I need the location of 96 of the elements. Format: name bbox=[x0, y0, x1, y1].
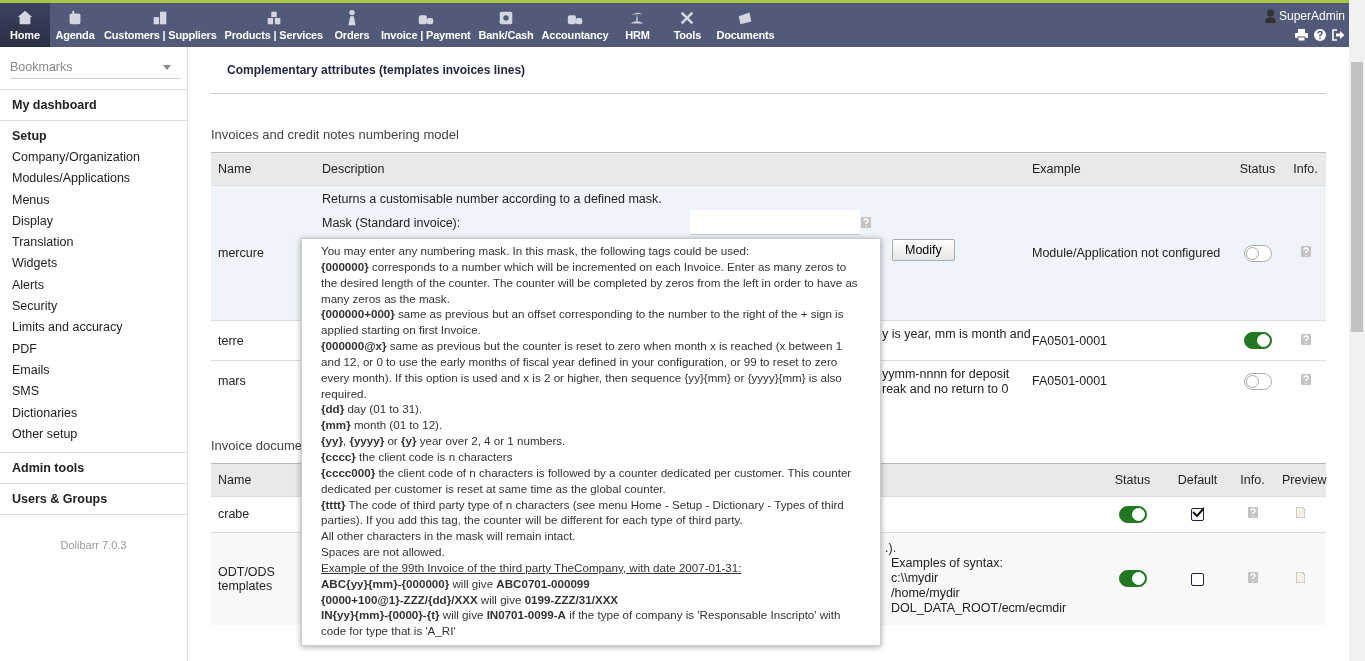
menu-item[interactable]: Modules/Applications bbox=[12, 168, 187, 190]
menu-item[interactable]: Security bbox=[12, 296, 187, 318]
help-icon[interactable] bbox=[1314, 29, 1326, 41]
tooltip-text: ABC{yy}{mm}-{000000} will give ABC0701-000099 bbox=[321, 575, 591, 592]
menu-item[interactable]: Limits and accuracy bbox=[12, 317, 187, 339]
description-text: Returns a customisable number according to a defined mask. bbox=[322, 192, 663, 206]
menu-heading[interactable]: My dashboard bbox=[12, 97, 187, 113]
help-icon bbox=[1300, 374, 1311, 386]
nav-tab[interactable]: Tools bbox=[662, 3, 713, 47]
nav-tab[interactable]: Accountancy bbox=[537, 3, 613, 47]
tooltip-text: IN{yy}{mm}-{0000}-{t} will give IN0701-0099-A if the type of company is 'Responsable Inscripto' with code for type that is 'A_RI' bbox=[321, 607, 842, 640]
menu-item[interactable]: Widgets bbox=[12, 253, 187, 275]
tooltip-text: You may enter any numbering mask. In this mask, the following tags could be used: bbox=[321, 243, 751, 259]
scrollbar[interactable] bbox=[1349, 0, 1365, 661]
help-icon bbox=[1247, 571, 1258, 583]
table-cell: FA0501-0001 bbox=[1025, 360, 1230, 402]
nav-tab[interactable]: Documents bbox=[712, 3, 779, 47]
checkbox[interactable] bbox=[1191, 572, 1204, 586]
logout-icon[interactable] bbox=[1332, 29, 1345, 41]
home-icon bbox=[16, 9, 34, 27]
description-text: c:\\mydir bbox=[891, 571, 939, 587]
help-icon bbox=[1300, 333, 1311, 345]
menu-item[interactable]: SMS bbox=[12, 381, 187, 403]
toggle-switch[interactable] bbox=[1118, 570, 1147, 588]
description-text: Examples of syntax: bbox=[891, 556, 1003, 572]
table-cell: mercure bbox=[211, 185, 315, 321]
toggle-switch[interactable] bbox=[1243, 244, 1272, 262]
tooltip-text: {0000+100@1}-ZZZ/{dd}/XXX will give 0199-ZZZ/31/XXX bbox=[321, 591, 620, 608]
menu-item[interactable]: Emails bbox=[12, 359, 187, 382]
bookmarks-select[interactable]: Bookmarks bbox=[10, 56, 181, 79]
caret-icon bbox=[163, 64, 171, 70]
table-cell: Module/Application not configured bbox=[1025, 185, 1230, 321]
menu-item[interactable]: Alerts bbox=[12, 274, 187, 297]
tooltip-text: {000000@x} same as previous but the counter is reset to zero when month x is reached (x between 1 and 12, or 0 to use the early months of fiscal year defined in your configuration, or 99 to reset to zero every month). If this option is used and x is 2 or higher, then sequence {yy}{mm} or {yyyy}{mm} is also required. bbox=[321, 338, 844, 402]
column-header: Default bbox=[1165, 463, 1230, 496]
column-header: Preview bbox=[1275, 463, 1326, 496]
menu-heading[interactable]: Setup bbox=[12, 128, 187, 144]
section-heading: Invoice docume bbox=[211, 437, 303, 453]
toggle-switch[interactable] bbox=[1243, 332, 1272, 349]
tooltip-text: {000000+000} same as previous but an offset corresponding to the number to the right of the + sign is applied starting on first Invoice. bbox=[321, 306, 845, 339]
nav-tab[interactable]: HRM bbox=[612, 3, 663, 47]
tooltip-text: {cccc000} the client code of n characters is followed by a counter dedicated per customer. This counter dedicated per customer is reset at same time as the global counter. bbox=[321, 464, 853, 497]
nav-tab[interactable]: Agenda bbox=[50, 3, 100, 47]
description-text: reak and no return to 0 bbox=[882, 382, 1009, 397]
nav-tab[interactable]: Products | Services bbox=[220, 3, 327, 47]
tooltip-text: {mm} month (01 to 12). bbox=[321, 417, 444, 434]
mask-field[interactable] bbox=[690, 210, 860, 235]
nav-tab[interactable]: Bank/Cash bbox=[474, 3, 538, 47]
nav-tab[interactable]: Orders bbox=[326, 3, 377, 47]
description-text: y is year, mm is month and bbox=[882, 327, 1031, 342]
column-header: Info. bbox=[1285, 152, 1326, 186]
user-icon bbox=[1264, 9, 1276, 23]
column-header: Description bbox=[315, 152, 1025, 186]
menu-item[interactable]: Company/Organization bbox=[12, 147, 187, 169]
column-header: Status bbox=[1230, 152, 1285, 186]
checkbox[interactable] bbox=[1191, 508, 1204, 522]
tooltip-text: {dd} day (01 to 31). bbox=[321, 401, 424, 418]
nav-tab[interactable]: Customers | Suppliers bbox=[100, 3, 221, 47]
section-heading: Invoices and credit notes numbering model bbox=[211, 127, 459, 142]
description-text: .). bbox=[885, 541, 897, 557]
menu-item[interactable]: Dictionaries bbox=[12, 402, 187, 424]
user-name[interactable]: SuperAdmin bbox=[1278, 9, 1345, 23]
description-text: DOL_DATA_ROOT/ecm/ecmdir bbox=[891, 601, 1067, 617]
menu-item[interactable]: PDF bbox=[12, 338, 187, 360]
menu-item[interactable]: Translation bbox=[12, 232, 187, 254]
tooltip-text: Example of the 99th Invoice of the third party TheCompany, with date 2007-01-31: bbox=[321, 559, 743, 576]
help-icon bbox=[861, 217, 871, 228]
tooltip-text: {tttt} The code of third party type of n characters (see menu Home - Setup - Dictionary - Types of third parties). If you add this tag, the counter will be different for each type of third party. bbox=[321, 496, 845, 529]
menu-item[interactable]: Menus bbox=[12, 189, 187, 211]
menu-heading[interactable]: Admin tools bbox=[12, 460, 187, 477]
toggle-switch[interactable] bbox=[1118, 505, 1147, 523]
help-icon bbox=[1300, 246, 1311, 257]
tooltip-text: Spaces are not allowed. bbox=[321, 544, 446, 560]
column-header: Status bbox=[1100, 463, 1165, 496]
menu-item[interactable]: Display bbox=[12, 210, 187, 233]
description-text: /home/mydir bbox=[891, 586, 960, 602]
menu-item[interactable]: Other setup bbox=[12, 423, 187, 446]
description-text: yymm-nnnn for deposit bbox=[882, 367, 1010, 382]
safe-icon bbox=[497, 9, 515, 27]
field-label: Mask (Standard invoice): bbox=[322, 215, 462, 230]
tooltip-text: {000000} corresponds to a number which will be incremented on each Invoice. Enter as many zeros to the desired length of the counter. The counter will be completed by zeros from the left in order to have as many zeros as the mask. bbox=[321, 258, 859, 307]
tooltip-text: All other characters in the mask will remain intact. bbox=[321, 528, 577, 545]
printer-icon[interactable] bbox=[1295, 29, 1308, 41]
tooltip-text: {yy}, {yyyy} or {y} year over 2, 4 or 1 numbers. bbox=[321, 433, 567, 449]
modify-button[interactable]: Modify bbox=[892, 239, 955, 261]
column-header: Name bbox=[211, 152, 315, 186]
version-label: Dolibarr 7.0.3 bbox=[0, 514, 187, 552]
tooltip-text: {cccc} the client code is n characters bbox=[321, 448, 514, 465]
menu-heading[interactable]: Users & Groups bbox=[12, 491, 187, 508]
tab[interactable]: Complementary attributes (templates invoices lines) bbox=[227, 63, 526, 77]
nav-tab[interactable]: Invoice | Payment bbox=[376, 3, 475, 47]
toggle-switch[interactable] bbox=[1243, 372, 1272, 390]
column-header: Example bbox=[1025, 152, 1230, 186]
column-header: Info. bbox=[1230, 463, 1275, 496]
help-icon bbox=[1247, 507, 1258, 518]
nav-tab[interactable]: Home bbox=[0, 3, 50, 47]
